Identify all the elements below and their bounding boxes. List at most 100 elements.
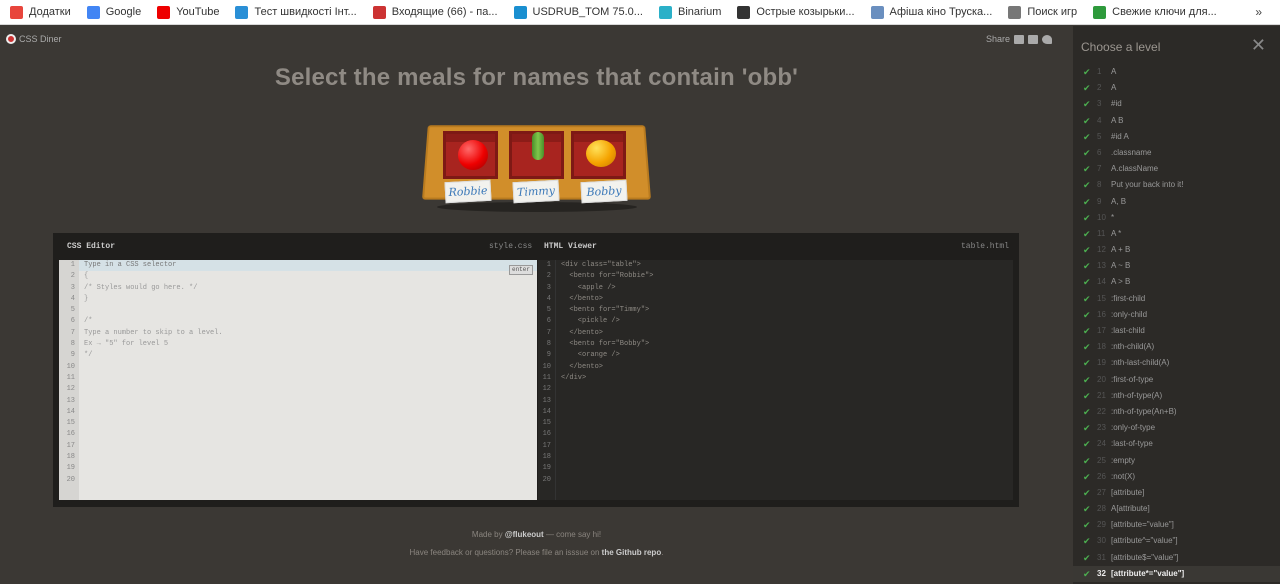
level-item[interactable]: ✔ 16:only-child xyxy=(1073,307,1280,323)
bookmark-label: Входящие (66) - па... xyxy=(391,6,498,18)
css-editor[interactable]: 1 2 3 4 5 6 7 8 9 10 11 12 13 14 15 16 17 18 19 20 Type in … xyxy=(59,260,537,500)
level-label: :not(X) xyxy=(1111,471,1136,481)
bookmark-label: Binarium xyxy=(677,6,722,18)
bookmark-item[interactable]: Поиск игр xyxy=(1008,5,1077,19)
line-number: 14 xyxy=(66,407,75,416)
css-code-line xyxy=(79,396,537,407)
checkmark-icon: ✔ xyxy=(1083,406,1091,417)
app-logo[interactable]: CSS Diner xyxy=(6,34,62,44)
html-code-line[interactable]: <orange /> xyxy=(556,350,1013,361)
css-selector-input[interactable]: Type in a CSS selector xyxy=(79,260,537,272)
level-item[interactable]: ✔ 9 A, B xyxy=(1073,194,1280,210)
html-code-line[interactable] xyxy=(556,429,1013,440)
css-code-line xyxy=(79,441,537,452)
html-code-line[interactable] xyxy=(556,396,1013,407)
level-item[interactable]: ✔ 11 A * xyxy=(1073,226,1280,242)
bento-timmy[interactable] xyxy=(509,131,564,179)
twitter-icon[interactable] xyxy=(1042,34,1053,44)
level-item[interactable]: ✔ 19:nth-last-child(A) xyxy=(1073,355,1280,371)
enter-button[interactable]: enter xyxy=(509,265,533,275)
level-label: :last-of-type xyxy=(1111,439,1153,449)
level-label: A B xyxy=(1111,115,1124,125)
level-item[interactable]: ✔ 20:first-of-type xyxy=(1073,372,1280,388)
line-number: 12 xyxy=(66,385,75,394)
level-item[interactable]: ✔ 1 A xyxy=(1073,64,1280,80)
checkmark-icon: ✔ xyxy=(1083,487,1091,498)
css-editor-title: CSS Editor xyxy=(67,242,116,251)
level-item[interactable]: ✔ 17:last-child xyxy=(1073,323,1280,339)
level-item[interactable]: ✔ 27 [attribute] xyxy=(1073,485,1280,501)
html-code-line[interactable]: <pickle /> xyxy=(556,316,1013,327)
apple-icon[interactable] xyxy=(458,140,488,170)
html-code-line[interactable]: </bento> xyxy=(556,294,1013,305)
bookmark-item[interactable]: Входящие (66) - па... xyxy=(372,5,498,19)
line-number: 17 xyxy=(542,441,551,450)
css-code-area[interactable]: Type in a CSS selector {/* Styles would … xyxy=(79,260,537,486)
level-label: [attribute$="value"] xyxy=(1111,552,1179,562)
level-item[interactable]: ✔ 15:first-child xyxy=(1073,291,1280,307)
bookmark-item[interactable]: Binarium xyxy=(658,5,722,19)
level-item[interactable]: ✔ 6 .classname xyxy=(1073,145,1280,161)
html-code-line[interactable] xyxy=(556,418,1013,429)
level-item[interactable]: ✔ 8 Put your back into it! xyxy=(1073,177,1280,193)
film-icon xyxy=(737,5,751,19)
bookmark-item[interactable]: Тест швидкості Інт... xyxy=(235,5,357,19)
level-item[interactable]: ✔ 18:nth-child(A) xyxy=(1073,339,1280,355)
level-number: 21 xyxy=(1097,390,1106,400)
bookmarks-overflow-button[interactable]: » xyxy=(1255,5,1262,19)
html-code-line[interactable]: <bento for="Robbie"> xyxy=(556,271,1013,282)
level-item[interactable]: ✔ 32 [attribute*="value"] xyxy=(1073,565,1280,582)
level-item[interactable]: ✔ 29 [attribute="value"] xyxy=(1073,517,1280,533)
level-item[interactable]: ✔ 23:only-of-type xyxy=(1073,420,1280,436)
bookmark-item[interactable]: USDRUB_TOM 75.0... xyxy=(513,5,643,19)
level-item[interactable]: ✔ 22:nth-of-type(An+B) xyxy=(1073,404,1280,420)
line-number: 6 xyxy=(70,317,75,326)
bento-robbie[interactable] xyxy=(443,131,498,179)
level-item[interactable]: ✔ 31 [attribute$="value"] xyxy=(1073,550,1280,566)
facebook-icon[interactable] xyxy=(1028,34,1039,44)
github-link[interactable]: the Github repo xyxy=(602,548,662,557)
author-link[interactable]: @flukeout xyxy=(505,530,544,539)
level-item[interactable]: ✔ 24:last-of-type xyxy=(1073,436,1280,452)
level-label: * xyxy=(1111,212,1115,222)
level-item[interactable]: ✔ 2 A xyxy=(1073,80,1280,96)
html-code-line[interactable]: <bento for="Bobby"> xyxy=(556,339,1013,350)
bookmark-item[interactable]: Острые козырьки... xyxy=(737,5,855,19)
level-item[interactable]: ✔ 14 A > B xyxy=(1073,274,1280,290)
html-code-line[interactable] xyxy=(556,452,1013,463)
level-item[interactable]: ✔ 30 [attribute^="value"] xyxy=(1073,533,1280,549)
html-code-line[interactable]: </bento> xyxy=(556,362,1013,373)
css-code-line: } xyxy=(84,294,89,303)
level-item[interactable]: ✔ 28 A[attribute] xyxy=(1073,501,1280,517)
level-item[interactable]: ✔ 7 A.className xyxy=(1073,161,1280,177)
bookmark-item[interactable]: Афіша кіно Труска... xyxy=(870,5,992,19)
level-item[interactable]: ✔ 25:empty xyxy=(1073,453,1280,469)
html-code-line[interactable]: </bento> xyxy=(556,328,1013,339)
html-code-line[interactable]: <apple /> xyxy=(556,283,1013,294)
level-item[interactable]: ✔ 4 A B xyxy=(1073,113,1280,129)
level-item[interactable]: ✔ 3 #id xyxy=(1073,96,1280,112)
bookmark-item[interactable]: Google xyxy=(86,5,141,19)
html-code-line[interactable]: </div> xyxy=(556,373,1013,384)
html-code-line[interactable] xyxy=(556,441,1013,452)
pickle-icon[interactable] xyxy=(532,132,544,160)
orange-icon[interactable] xyxy=(586,140,616,167)
bento-bobby[interactable] xyxy=(571,131,626,179)
html-code-line[interactable]: <bento for="Timmy"> xyxy=(556,305,1013,316)
level-item[interactable]: ✔ 21:nth-of-type(A) xyxy=(1073,388,1280,404)
level-item[interactable]: ✔ 26:not(X) xyxy=(1073,469,1280,485)
html-code-line[interactable]: <div class="table"> xyxy=(556,260,1013,271)
html-code-line[interactable] xyxy=(556,384,1013,395)
level-item[interactable]: ✔ 10 * xyxy=(1073,210,1280,226)
bookmark-item[interactable]: Свежие ключи для... xyxy=(1093,5,1217,19)
html-code-line[interactable] xyxy=(556,407,1013,418)
level-item[interactable]: ✔ 12 A + B xyxy=(1073,242,1280,258)
close-icon[interactable]: ✕ xyxy=(1251,36,1266,54)
html-code-line[interactable] xyxy=(556,475,1013,486)
email-icon[interactable] xyxy=(1014,34,1025,44)
level-item[interactable]: ✔ 13 A ~ B xyxy=(1073,258,1280,274)
level-item[interactable]: ✔ 5 #id A xyxy=(1073,129,1280,145)
bookmark-item[interactable]: Додатки xyxy=(10,5,71,19)
bookmark-item[interactable]: YouTube xyxy=(157,5,219,19)
html-code-line[interactable] xyxy=(556,463,1013,474)
